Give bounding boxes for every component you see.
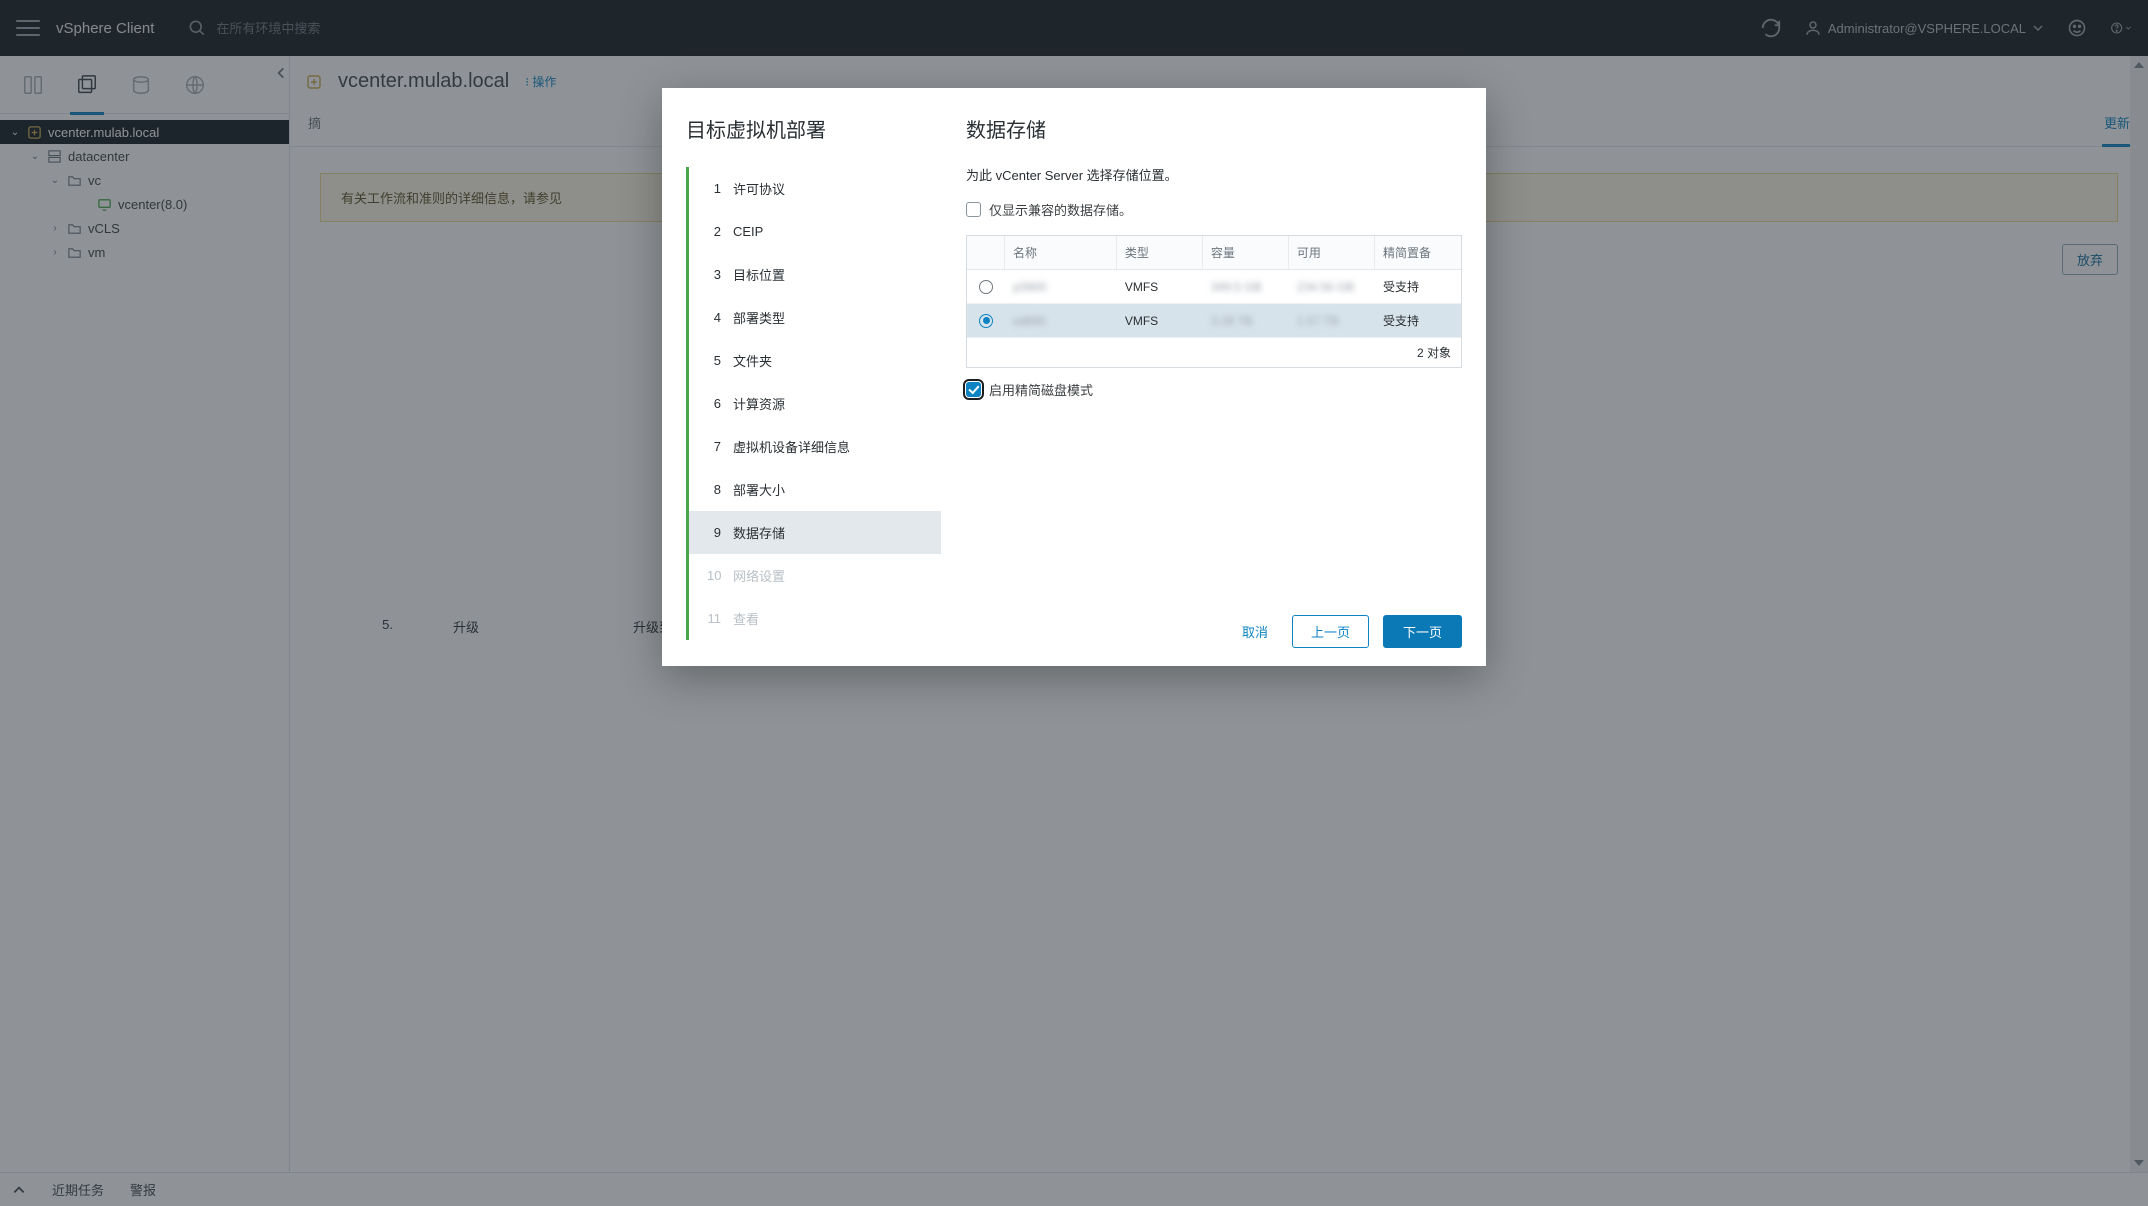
deploy-wizard-modal: 目标虚拟机部署 1许可协议2CEIP3目标位置4部署类型5文件夹6计算资源7虚拟… <box>662 88 1486 666</box>
checkbox-icon[interactable] <box>966 382 981 397</box>
wizard-step-1[interactable]: 1许可协议 <box>689 167 941 210</box>
cell-type: VMFS <box>1117 272 1203 302</box>
section-title: 数据存储 <box>966 114 1462 143</box>
cell-capacity: 349.5 GB <box>1203 272 1289 302</box>
col-free: 可用 <box>1289 236 1375 269</box>
prev-button[interactable]: 上一页 <box>1292 615 1369 648</box>
col-capacity: 容量 <box>1203 236 1289 269</box>
col-name: 名称 <box>1005 236 1117 269</box>
wizard-step-10: 10网络设置 <box>689 554 941 597</box>
wizard-step-3[interactable]: 3目标位置 <box>689 253 941 296</box>
wizard-step-9[interactable]: 9数据存储 <box>689 511 941 554</box>
wizard-step-5[interactable]: 5文件夹 <box>689 339 941 382</box>
col-type: 类型 <box>1117 236 1203 269</box>
wizard-step-7[interactable]: 7虚拟机设备详细信息 <box>689 425 941 468</box>
cell-name: sd890 <box>1005 306 1117 336</box>
wizard-step-6[interactable]: 6计算资源 <box>689 382 941 425</box>
cell-capacity: 3.28 TB <box>1203 306 1289 336</box>
wizard-step-2[interactable]: 2CEIP <box>689 210 941 253</box>
section-hint: 为此 vCenter Server 选择存储位置。 <box>966 165 1462 184</box>
wizard-title: 目标虚拟机部署 <box>686 114 941 143</box>
cancel-button[interactable]: 取消 <box>1232 615 1278 648</box>
wizard-step-11: 11查看 <box>689 597 941 640</box>
wizard-step-4[interactable]: 4部署类型 <box>689 296 941 339</box>
table-row[interactable]: p3900VMFS349.5 GB234.56 GB受支持 <box>967 270 1461 304</box>
only-compatible-checkbox[interactable]: 仅显示兼容的数据存储。 <box>966 200 1462 219</box>
cell-name: p3900 <box>1005 272 1117 302</box>
cell-type: VMFS <box>1117 306 1203 336</box>
next-button[interactable]: 下一页 <box>1383 615 1462 648</box>
datastore-table: 名称 类型 容量 可用 精简置备 p3900VMFS349.5 GB234.56… <box>966 235 1462 368</box>
table-row[interactable]: sd890VMFS3.28 TB1.57 TB受支持 <box>967 304 1461 338</box>
cell-thin: 受支持 <box>1375 304 1461 337</box>
radio-icon[interactable] <box>979 314 993 328</box>
cell-free: 1.57 TB <box>1289 306 1375 336</box>
cell-thin: 受支持 <box>1375 270 1461 303</box>
table-footer: 2 对象 <box>967 338 1461 367</box>
cell-free: 234.56 GB <box>1289 272 1375 302</box>
checkbox-icon[interactable] <box>966 202 981 217</box>
col-thin: 精简置备 <box>1375 236 1461 269</box>
wizard-step-8[interactable]: 8部署大小 <box>689 468 941 511</box>
thin-mode-checkbox[interactable]: 启用精简磁盘模式 <box>966 380 1462 399</box>
radio-icon[interactable] <box>979 280 993 294</box>
